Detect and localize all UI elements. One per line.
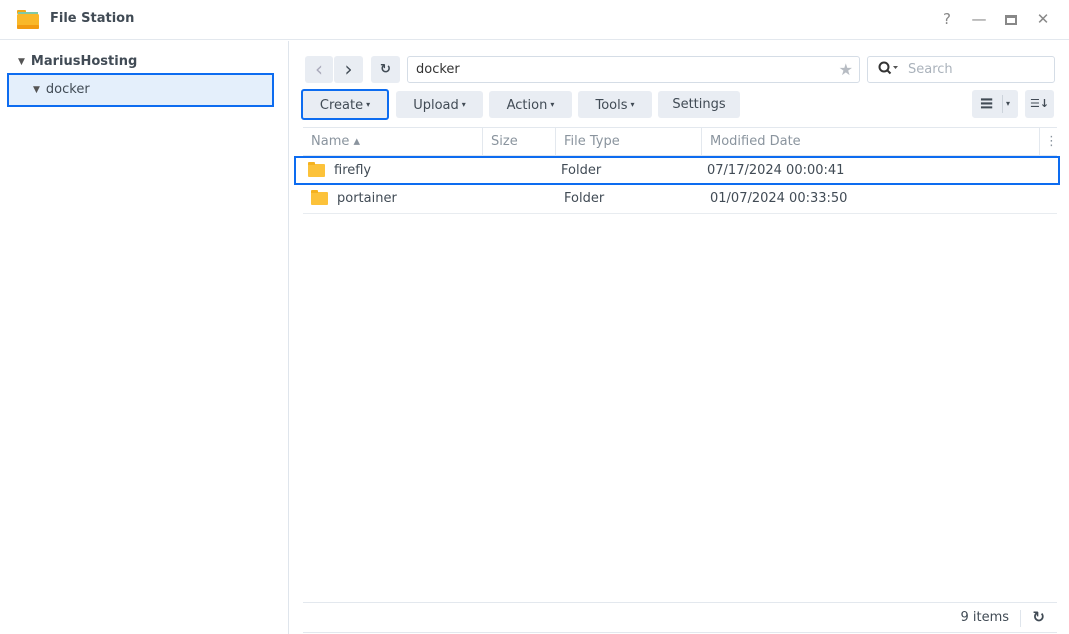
view-mode-button[interactable]: ≡ ▾ (972, 90, 1018, 118)
file-name: firefly (334, 163, 372, 178)
list-view-icon: ≡ (979, 93, 995, 114)
caret-down-icon: ▾ (630, 100, 635, 109)
triangle-down-icon[interactable]: ▼ (18, 57, 25, 67)
folder-icon (311, 190, 328, 205)
sidebar: ▼ MariusHosting ▼ docker (0, 41, 289, 634)
caret-down-icon[interactable]: ▾ (1006, 90, 1010, 117)
caret-down-icon: ▾ (461, 100, 466, 109)
status-bar: 9 items ↻ (303, 602, 1057, 633)
caret-down-icon: ▾ (550, 100, 555, 109)
sort-button[interactable]: ☰↓ (1025, 90, 1054, 118)
tree-item-label: docker (45, 82, 90, 97)
tree-item-docker[interactable]: ▼ docker (7, 73, 274, 107)
file-modified: 01/07/2024 00:33:50 (710, 191, 848, 206)
folder-icon (308, 162, 325, 177)
tree-root-mariushosting[interactable]: ▼ MariusHosting (18, 54, 137, 69)
back-button[interactable]: ‹ (305, 56, 333, 83)
upload-label: Upload (413, 98, 459, 113)
minimize-button[interactable]: — (969, 9, 989, 29)
file-type: Folder (564, 191, 605, 206)
title-bar: File Station ? — ✕ (0, 0, 1069, 40)
tree-root-label: MariusHosting (30, 54, 138, 69)
settings-button[interactable]: Settings (658, 91, 740, 118)
create-label: Create (319, 98, 364, 113)
action-button[interactable]: Action ▾ (489, 91, 572, 118)
refresh-button[interactable]: ↻ (371, 56, 400, 83)
column-modified-date[interactable]: Modified Date (702, 128, 1040, 155)
tools-button[interactable]: Tools ▾ (578, 91, 652, 118)
table-header: Name ▴ Size File Type Modified Date ⋮ (303, 127, 1058, 156)
maximize-icon (1005, 15, 1017, 25)
file-modified: 07/17/2024 00:00:41 (707, 163, 845, 178)
search-placeholder: Search (908, 62, 953, 77)
app-title: File Station (50, 11, 135, 26)
caret-down-icon: ▾ (366, 100, 371, 109)
triangle-down-icon[interactable]: ▼ (33, 75, 40, 105)
create-button[interactable]: Create ▾ (301, 89, 389, 120)
main-panel: ‹ › ↻ docker ★ Search Create ▾ Upload ▾ Ac… (290, 41, 1069, 634)
maximize-button[interactable] (1001, 9, 1021, 29)
refresh-icon[interactable]: ↻ (1032, 608, 1045, 626)
search-input[interactable]: Search (867, 56, 1055, 83)
forward-button[interactable]: › (334, 56, 363, 83)
star-icon[interactable]: ★ (839, 57, 853, 82)
chevron-left-icon: ‹ (315, 57, 323, 81)
path-text: docker (416, 62, 460, 77)
close-button[interactable]: ✕ (1033, 9, 1053, 29)
help-button[interactable]: ? (937, 9, 957, 29)
file-station-icon (17, 10, 39, 29)
column-size[interactable]: Size (483, 128, 556, 155)
action-label: Action (506, 98, 548, 113)
chevron-right-icon: › (344, 57, 353, 81)
refresh-icon: ↻ (380, 62, 391, 77)
column-file-type[interactable]: File Type (556, 128, 702, 155)
sort-icon: ☰↓ (1029, 97, 1050, 110)
tools-label: Tools (595, 98, 628, 113)
file-type: Folder (561, 163, 602, 178)
table-row[interactable]: portainer Folder 01/07/2024 00:33:50 (303, 185, 1057, 214)
column-menu-icon[interactable]: ⋮ (1040, 128, 1058, 155)
settings-label: Settings (672, 97, 726, 112)
table-row[interactable]: firefly Folder 07/17/2024 00:00:41 (294, 156, 1060, 185)
search-icon[interactable] (878, 57, 900, 82)
item-count: 9 items (960, 610, 1009, 625)
upload-button[interactable]: Upload ▾ (396, 91, 483, 118)
column-name[interactable]: Name ▴ (303, 128, 483, 155)
divider (1002, 95, 1003, 113)
divider (1020, 610, 1021, 627)
path-bar[interactable]: docker ★ (407, 56, 860, 83)
file-name: portainer (337, 191, 397, 206)
